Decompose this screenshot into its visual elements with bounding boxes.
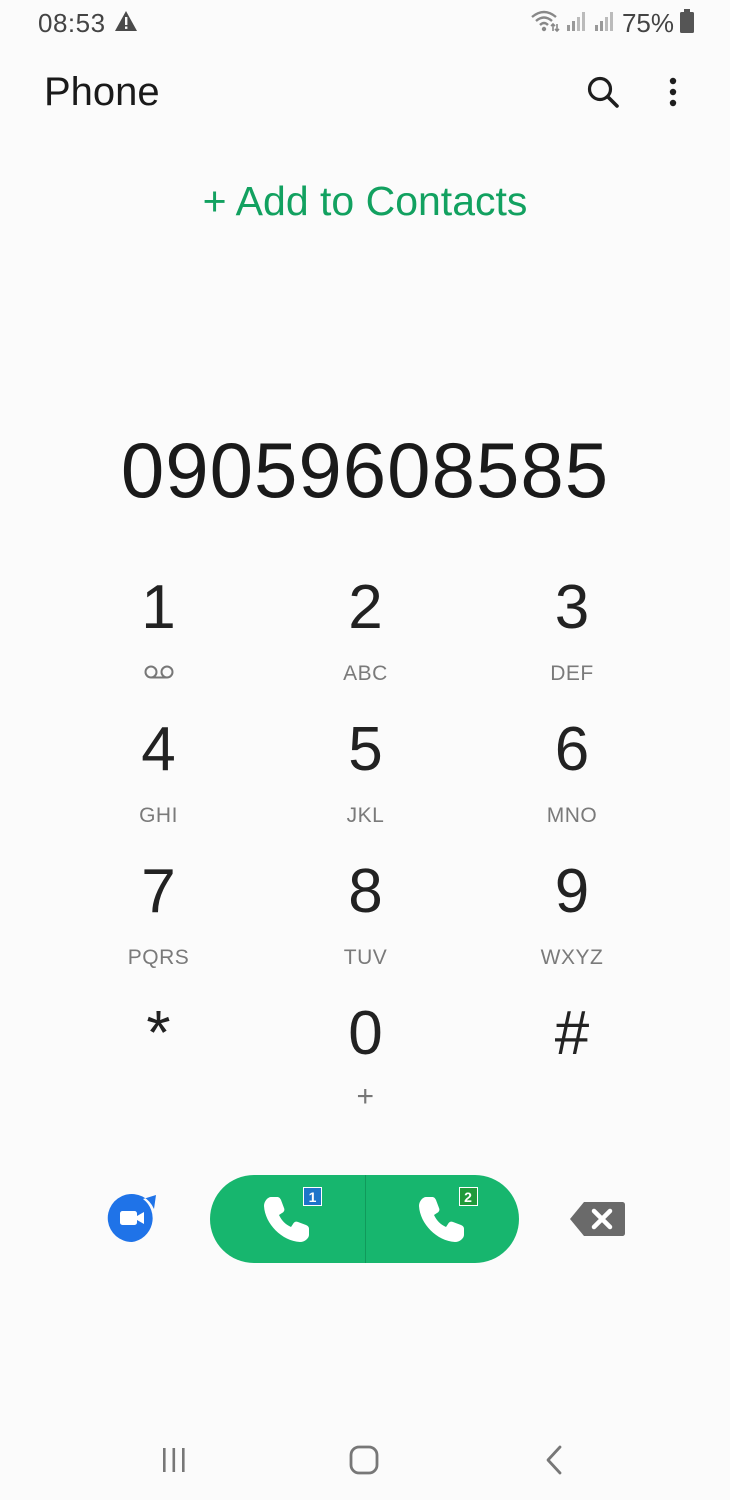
- key-hash[interactable]: #: [469, 996, 675, 1138]
- key-letters: PQRS: [127, 946, 190, 969]
- dialed-number[interactable]: 09059608585: [0, 425, 730, 516]
- recent-apps-icon: [163, 1448, 185, 1472]
- key-6[interactable]: 6 MNO: [469, 712, 675, 854]
- key-digit: 5: [348, 715, 383, 784]
- status-icons: 75%: [530, 8, 694, 38]
- search-button[interactable]: [583, 72, 623, 112]
- key-3[interactable]: 3 DEF: [469, 570, 675, 712]
- backspace-button[interactable]: [568, 1200, 626, 1238]
- call-sim2-button[interactable]: 2: [364, 1175, 520, 1263]
- key-digit: 2: [348, 573, 383, 642]
- key-1[interactable]: 1: [55, 570, 262, 712]
- key-5[interactable]: 5 JKL: [262, 712, 469, 854]
- call-sim1-button[interactable]: 1: [210, 1175, 365, 1263]
- back-icon: [546, 1445, 562, 1475]
- key-digit: *: [146, 999, 171, 1068]
- key-letters: WXYZ: [540, 946, 604, 969]
- more-options-icon: [669, 77, 677, 107]
- key-letters: ABC: [343, 662, 388, 685]
- key-7[interactable]: 7 PQRS: [55, 854, 262, 996]
- key-9[interactable]: 9 WXYZ: [469, 854, 675, 996]
- add-to-contacts-link[interactable]: + Add to Contacts: [0, 178, 730, 225]
- voicemail-icon: [143, 662, 175, 688]
- dial-keypad: 1 2 ABC 3 DEF 4 GHI 5 JKL 6 MNO 7 PQRS 8…: [55, 570, 675, 1138]
- key-letters: MNO: [546, 804, 598, 827]
- key-letters: JKL: [346, 804, 385, 827]
- home-button[interactable]: [342, 1438, 386, 1482]
- key-digit: 8: [348, 857, 383, 926]
- key-letters: +: [356, 1080, 375, 1113]
- video-call-icon: [107, 1194, 156, 1243]
- key-letters: DEF: [550, 662, 594, 685]
- key-digit: 1: [141, 573, 176, 642]
- key-letters: TUV: [343, 946, 388, 969]
- key-star[interactable]: *: [55, 996, 262, 1138]
- more-options-button[interactable]: [653, 72, 693, 112]
- battery-icon: [680, 8, 694, 38]
- battery-percent: 75%: [621, 7, 674, 38]
- key-0[interactable]: 0 +: [262, 996, 469, 1138]
- signal-icon: [594, 10, 616, 37]
- key-digit: 9: [554, 857, 590, 926]
- key-letters: GHI: [139, 804, 178, 827]
- back-button[interactable]: [532, 1438, 576, 1482]
- key-8[interactable]: 8 TUV: [262, 854, 469, 996]
- search-icon: [587, 76, 619, 108]
- sim-2-badge: 2: [458, 1187, 478, 1206]
- alert-icon: [114, 10, 138, 32]
- status-bar: 08:53 75%: [0, 0, 730, 46]
- home-icon: [349, 1445, 379, 1475]
- wifi-icon: [530, 9, 560, 38]
- video-call-button[interactable]: [107, 1193, 157, 1243]
- key-4[interactable]: 4 GHI: [55, 712, 262, 854]
- page-title: Phone: [44, 70, 160, 114]
- key-digit: 4: [141, 715, 176, 784]
- key-digit: 7: [141, 857, 176, 926]
- status-time: 08:53: [38, 8, 106, 38]
- key-2[interactable]: 2 ABC: [262, 570, 469, 712]
- backspace-icon: [570, 1202, 625, 1236]
- sim-1-badge: 1: [303, 1187, 322, 1206]
- key-digit: 0: [348, 999, 383, 1068]
- recent-apps-button[interactable]: [152, 1438, 196, 1482]
- key-digit: #: [554, 999, 590, 1068]
- key-digit: 3: [554, 573, 590, 642]
- call-buttons: 1 2: [210, 1175, 519, 1263]
- signal-icon: [566, 10, 588, 37]
- key-digit: 6: [554, 715, 590, 784]
